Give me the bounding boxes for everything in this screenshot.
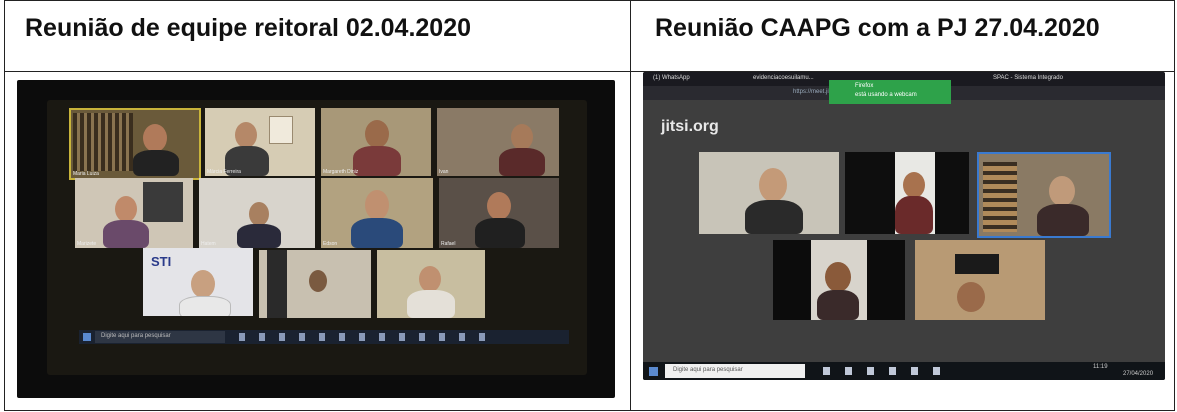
- video-tile: [915, 240, 1045, 320]
- taskbar-search-box[interactable]: Digite aqui para pesquisar: [665, 364, 805, 378]
- windows-start-icon[interactable]: [649, 367, 658, 376]
- video-tile: [699, 152, 839, 234]
- jitsi-logo: jitsi.org: [661, 118, 719, 135]
- video-tile: Hatem: [199, 178, 315, 248]
- taskbar-date: 27/04/2020: [1123, 371, 1154, 377]
- right-header-cell: Reunião CAAPG com a PJ 27.04.2020: [630, 0, 1175, 72]
- windows-taskbar: Digite aqui para pesquisar 11:19 27/04/2…: [643, 362, 1165, 380]
- right-photo-cell: (1) WhatsApp evidenciacoesuilamu... SPAC…: [630, 71, 1175, 411]
- video-tile: Márcia Ferreira: [205, 108, 315, 176]
- taskbar-clock: 11:19: [1093, 364, 1108, 370]
- document-table: Reunião de equipe reitoral 02.04.2020 Re…: [4, 0, 1175, 411]
- video-tile: STI: [143, 248, 253, 316]
- firefox-webcam-popup: Firefox está usando a webcam: [829, 80, 951, 104]
- video-tile: [977, 152, 1111, 238]
- taskbar-app-icons: [823, 367, 953, 375]
- browser-tab[interactable]: evidenciacoesuilamu...: [753, 75, 814, 81]
- zoom-meeting-photo: Maria Luiza Márcia Ferreira Margareth Di…: [17, 80, 615, 398]
- left-header-cell: Reunião de equipe reitoral 02.04.2020: [4, 0, 631, 72]
- video-tile: [259, 250, 371, 318]
- left-photo-cell: Maria Luiza Márcia Ferreira Margareth Di…: [4, 71, 631, 411]
- video-tile: Ivan: [437, 108, 559, 176]
- browser-tab[interactable]: (1) WhatsApp: [653, 75, 690, 81]
- video-tile: Margareth Diniz: [321, 108, 431, 176]
- taskbar-search-box[interactable]: Digite aqui para pesquisar: [95, 331, 225, 343]
- taskbar-app-icons: [239, 333, 489, 341]
- video-tile: [377, 250, 485, 318]
- video-tile: [773, 240, 905, 320]
- video-tile: Rafael: [439, 178, 559, 248]
- right-heading: Reunião CAAPG com a PJ 27.04.2020: [655, 14, 1100, 42]
- video-tile: Edson: [321, 178, 433, 248]
- left-heading: Reunião de equipe reitoral 02.04.2020: [25, 14, 472, 42]
- video-tile: [845, 152, 969, 234]
- sti-logo: STI: [151, 254, 172, 269]
- video-tile: Maria Luiza: [69, 108, 201, 180]
- windows-start-icon[interactable]: [83, 333, 91, 341]
- windows-taskbar: Digite aqui para pesquisar: [79, 330, 569, 344]
- jitsi-meeting-photo: (1) WhatsApp evidenciacoesuilamu... SPAC…: [643, 72, 1165, 380]
- browser-tab[interactable]: SPAC - Sistema Integrado: [993, 75, 1063, 81]
- video-tile: Marizete: [75, 178, 193, 248]
